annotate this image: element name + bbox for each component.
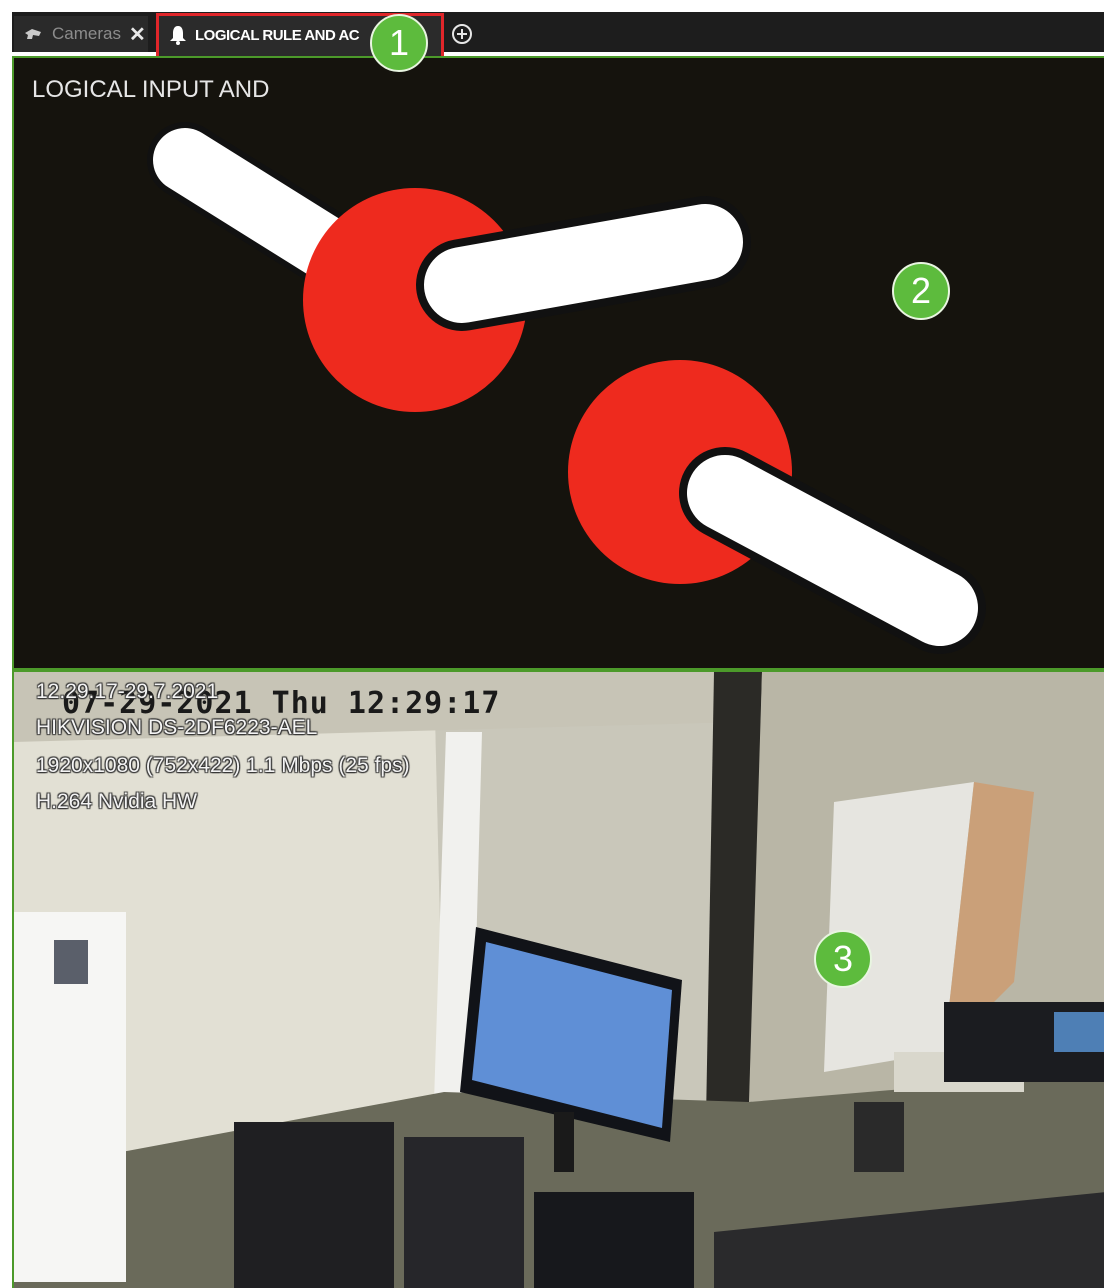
callout-marker-2: 2 (892, 262, 950, 320)
camera-view-panel[interactable]: 07-29-2021 Thu 12:29:17 12.29.17-29.7.20… (12, 670, 1104, 1288)
camera-model: HIKVISION DS-2DF6223-AEL (36, 716, 318, 739)
callout-marker-1: 1 (370, 14, 428, 72)
input-two-arm (687, 455, 978, 646)
input-one-arm (424, 204, 743, 323)
camera-timestamp: 12.29.17-29.7.2021 (36, 680, 219, 703)
callout-marker-3: 3 (814, 930, 872, 988)
logical-toggle-graphic (147, 122, 986, 654)
camera-codec: H.264 Nvidia HW (36, 790, 198, 813)
app-root: Cameras ✕ LOGICAL RULE AND AC LOGICAL IN… (0, 0, 1104, 1288)
camera-stream-info: 1920x1080 (752x422) 1.1 Mbps (25 fps) (36, 754, 410, 777)
